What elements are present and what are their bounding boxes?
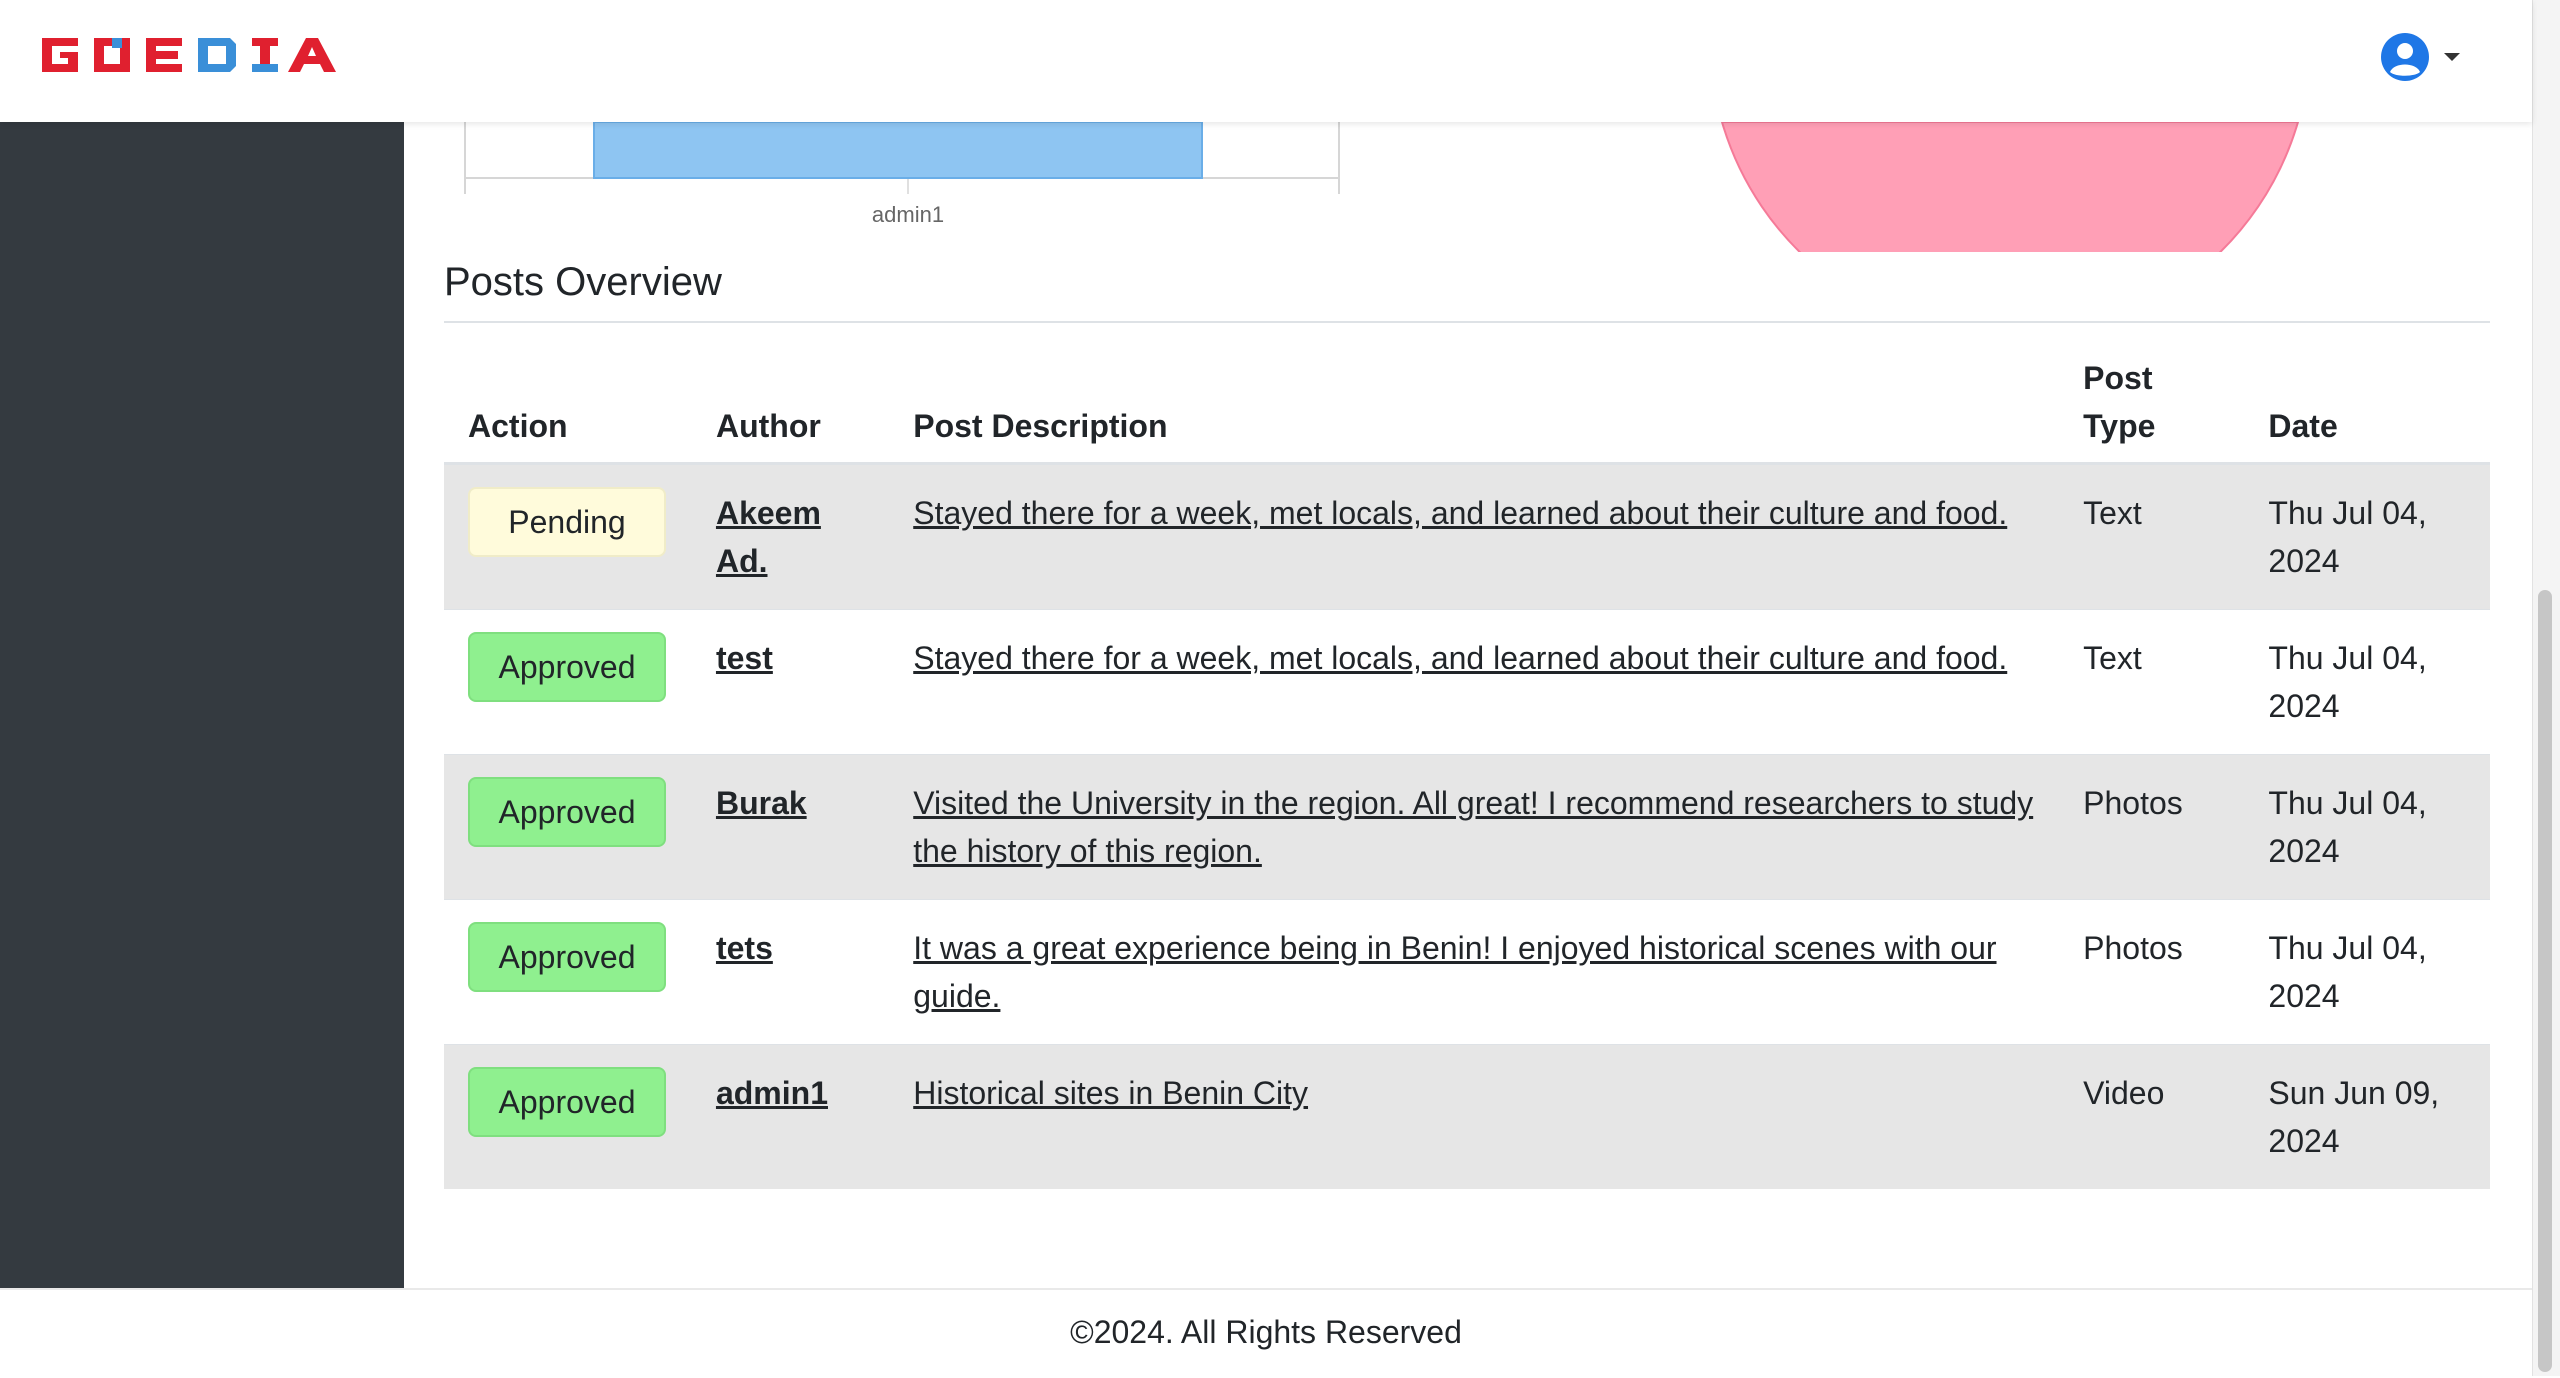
post-type: Text <box>2059 463 2245 610</box>
post-date: Thu Jul 04, 2024 <box>2244 463 2490 610</box>
pie-slice[interactable] <box>1720 122 2300 252</box>
post-description-link[interactable]: Historical sites in Benin City <box>913 1075 1308 1111</box>
post-type: Video <box>2059 1044 2245 1189</box>
post-date: Thu Jul 04, 2024 <box>2244 609 2490 755</box>
post-type: Photos <box>2059 754 2245 900</box>
logo-mark <box>42 38 336 72</box>
post-description-link[interactable]: Stayed there for a week, met locals, and… <box>913 640 2007 676</box>
table-row: Approved Burak Visited the University in… <box>444 754 2490 900</box>
header-date: Date <box>2244 344 2490 465</box>
header-description: Post Description <box>889 344 2060 465</box>
author-link[interactable]: Akeem Ad. <box>716 495 821 579</box>
header-action: Action <box>444 344 692 465</box>
table-header-row: Action Author Post Description Post Type… <box>444 344 2490 465</box>
status-button[interactable]: Approved <box>468 632 666 702</box>
pie-chart <box>1720 122 2300 252</box>
status-button[interactable]: Approved <box>468 922 666 992</box>
top-navbar <box>0 0 2532 122</box>
header-author: Author <box>691 344 890 465</box>
scrollbar-thumb[interactable] <box>2538 590 2552 1372</box>
table-row: Approved test Stayed there for a week, m… <box>444 609 2490 755</box>
sidebar <box>0 122 404 1288</box>
post-type: Photos <box>2059 899 2245 1045</box>
author-link[interactable]: Burak <box>716 785 807 821</box>
user-menu[interactable] <box>2380 32 2462 82</box>
posts-table: Action Author Post Description Post Type… <box>444 344 2490 1189</box>
author-link[interactable]: tets <box>716 930 773 966</box>
author-link[interactable]: test <box>716 640 773 676</box>
goedia-logo[interactable] <box>40 32 356 88</box>
header-post-type: Post Type <box>2059 344 2245 465</box>
table-row: Approved admin1 Historical sites in Beni… <box>444 1044 2490 1189</box>
post-date: Thu Jul 04, 2024 <box>2244 754 2490 900</box>
table-row: Approved tets It was a great experience … <box>444 899 2490 1045</box>
section-title: Posts Overview <box>444 260 2490 323</box>
bar-chart: 0 admin1 <box>464 122 1340 227</box>
post-description-link[interactable]: Stayed there for a week, met locals, and… <box>913 495 2007 531</box>
footer-copyright: ©2024. All Rights Reserved <box>1070 1314 1462 1350</box>
footer: ©2024. All Rights Reserved <box>0 1288 2532 1378</box>
status-button[interactable]: Approved <box>468 777 666 847</box>
status-button[interactable]: Approved <box>468 1067 666 1137</box>
x-tick-label: admin1 <box>872 202 944 227</box>
post-description-link[interactable]: It was a great experience being in Benin… <box>913 930 1996 1014</box>
main-content: 0 admin1 Posts Overview Action Author Po… <box>404 122 2532 1288</box>
bar-admin1[interactable] <box>593 122 1203 179</box>
post-description-link[interactable]: Visited the University in the region. Al… <box>913 785 2033 869</box>
post-date: Thu Jul 04, 2024 <box>2244 899 2490 1045</box>
author-link[interactable]: admin1 <box>716 1075 828 1111</box>
post-date: Sun Jun 09, 2024 <box>2244 1044 2490 1189</box>
table-row: Pending Akeem Ad. Stayed there for a wee… <box>444 463 2490 610</box>
user-circle-icon <box>2381 33 2429 81</box>
caret-down-icon <box>2444 53 2460 61</box>
post-type: Text <box>2059 609 2245 755</box>
status-button[interactable]: Pending <box>468 487 666 557</box>
